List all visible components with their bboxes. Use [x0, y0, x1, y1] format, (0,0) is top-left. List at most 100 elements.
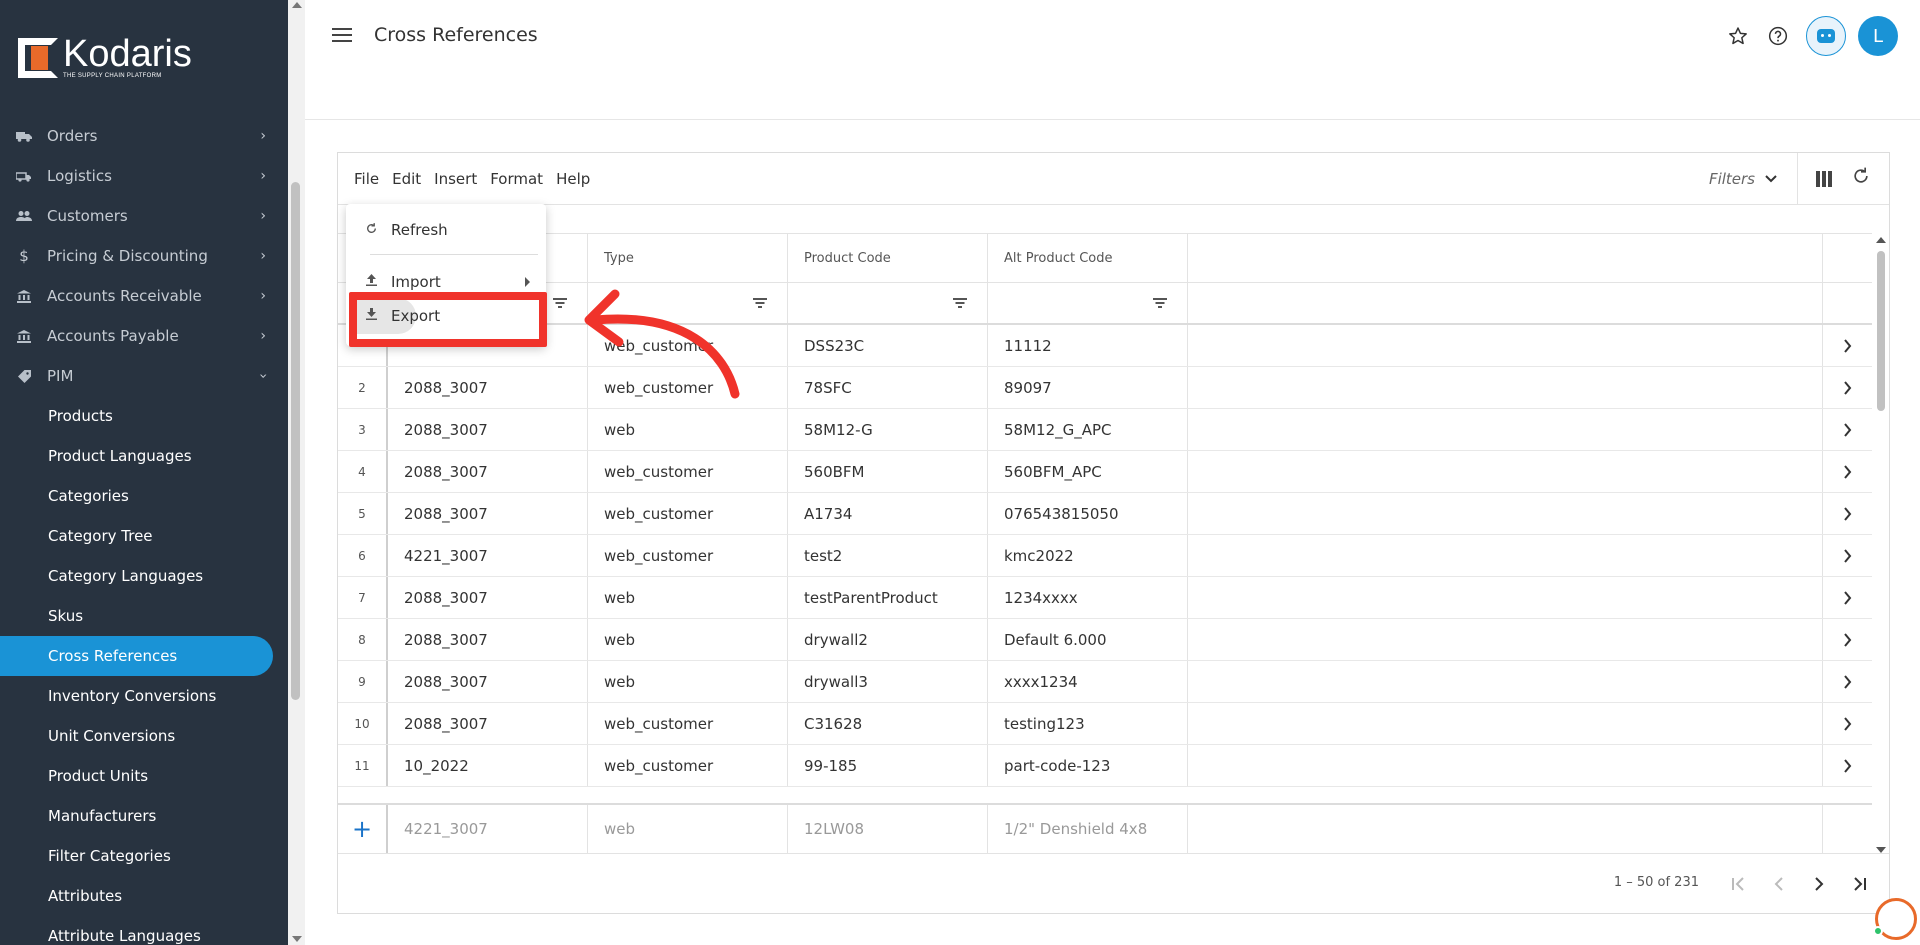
- row-detail-chevron-icon[interactable]: [1823, 409, 1872, 450]
- scroll-down-icon[interactable]: [292, 936, 302, 942]
- sidebar-item-pim[interactable]: PIM ›: [0, 356, 288, 396]
- cell-alt-product-code[interactable]: xxxx1234: [988, 661, 1188, 702]
- cell-alt-product-code[interactable]: 1234xxxx: [988, 577, 1188, 618]
- add-row-icon[interactable]: +: [338, 805, 388, 853]
- table-row[interactable]: 11 10_2022 web_customer 99-185 part-code-123: [338, 745, 1872, 787]
- cell-id[interactable]: 2088_3007: [388, 409, 588, 450]
- sidebar-item-category-languages[interactable]: Category Languages: [0, 556, 288, 596]
- filter-icon[interactable]: [753, 298, 767, 308]
- help-icon[interactable]: [1764, 22, 1792, 50]
- kodaris-logo[interactable]: Kodaris THE SUPPLY CHAIN PLATFORM: [18, 35, 192, 79]
- new-row[interactable]: + 4221_3007 web 12LW08 1/2" Denshield 4x…: [338, 803, 1872, 853]
- sidebar-item-filter-categories[interactable]: Filter Categories: [0, 836, 288, 876]
- cell-id[interactable]: 10_2022: [388, 745, 588, 786]
- row-number[interactable]: 2: [338, 367, 388, 408]
- cell-type[interactable]: web_customer: [588, 535, 788, 576]
- filter-icon[interactable]: [1153, 298, 1167, 308]
- row-number[interactable]: 11: [338, 745, 388, 786]
- table-row[interactable]: 6 4221_3007 web_customer test2 kmc2022: [338, 535, 1872, 577]
- sidebar-item-accounts-payable[interactable]: Accounts Payable ›: [0, 316, 288, 356]
- avatar[interactable]: L: [1858, 16, 1898, 56]
- cell-alt-product-code[interactable]: 11112: [988, 325, 1188, 366]
- sidebar-item-product-languages[interactable]: Product Languages: [0, 436, 288, 476]
- sidebar-item-products[interactable]: Products: [0, 396, 288, 436]
- cell-product-code[interactable]: 78SFC: [788, 367, 988, 408]
- cell-id[interactable]: 4221_3007: [388, 535, 588, 576]
- scroll-up-icon[interactable]: [1876, 237, 1886, 243]
- sidebar-item-cross-references[interactable]: Cross References: [0, 636, 273, 676]
- star-icon[interactable]: [1724, 22, 1752, 50]
- row-number[interactable]: 4: [338, 451, 388, 492]
- cell-id[interactable]: 2088_3007: [388, 493, 588, 534]
- row-detail-chevron-icon[interactable]: [1823, 745, 1872, 786]
- table-row[interactable]: 4 2088_3007 web_customer 560BFM 560BFM_APC: [338, 451, 1872, 493]
- row-detail-chevron-icon[interactable]: [1823, 661, 1872, 702]
- cell-type[interactable]: web_customer: [588, 703, 788, 744]
- table-row[interactable]: 5 2088_3007 web_customer A1734 076543815050: [338, 493, 1872, 535]
- grid-scrollbar[interactable]: [1874, 237, 1888, 853]
- row-detail-chevron-icon[interactable]: [1823, 367, 1872, 408]
- menu-icon[interactable]: [332, 28, 352, 44]
- cell-product-code[interactable]: A1734: [788, 493, 988, 534]
- sidebar-item-attribute-languages[interactable]: Attribute Languages: [0, 916, 288, 945]
- sidebar-item-manufacturers[interactable]: Manufacturers: [0, 796, 288, 836]
- row-number[interactable]: 3: [338, 409, 388, 450]
- sidebar-item-pricing[interactable]: $ Pricing & Discounting ›: [0, 236, 288, 276]
- cell-product-code[interactable]: 560BFM: [788, 451, 988, 492]
- row-number[interactable]: 5: [338, 493, 388, 534]
- cell-id[interactable]: 2088_3007: [388, 451, 588, 492]
- row-number[interactable]: 6: [338, 535, 388, 576]
- cell-type[interactable]: web_customer: [588, 745, 788, 786]
- sidebar-item-accounts-receivable[interactable]: Accounts Receivable ›: [0, 276, 288, 316]
- sidebar-item-logistics[interactable]: Logistics ›: [0, 156, 288, 196]
- menu-format[interactable]: Format: [490, 170, 543, 188]
- row-detail-chevron-icon[interactable]: [1823, 535, 1872, 576]
- cell-type[interactable]: web: [588, 409, 788, 450]
- scrollbar-thumb[interactable]: [1877, 251, 1885, 411]
- sidebar-item-category-tree[interactable]: Category Tree: [0, 516, 288, 556]
- previous-page-icon[interactable]: [1759, 868, 1799, 900]
- menu-file[interactable]: File: [354, 170, 379, 188]
- scroll-up-icon[interactable]: [292, 2, 302, 8]
- filter-icon[interactable]: [553, 298, 567, 308]
- cell-alt-product-code[interactable]: 560BFM_APC: [988, 451, 1188, 492]
- sidebar-item-unit-conversions[interactable]: Unit Conversions: [0, 716, 288, 756]
- cell-alt-product-code[interactable]: kmc2022: [988, 535, 1188, 576]
- sidebar-item-orders[interactable]: Orders ›: [0, 116, 288, 156]
- cell-product-code[interactable]: drywall3: [788, 661, 988, 702]
- column-header-alt-product-code[interactable]: Alt Product Code: [988, 234, 1188, 282]
- row-number[interactable]: 7: [338, 577, 388, 618]
- first-page-icon[interactable]: [1719, 868, 1759, 900]
- table-row[interactable]: 2 2088_3007 web_customer 78SFC 89097: [338, 367, 1872, 409]
- row-number[interactable]: 9: [338, 661, 388, 702]
- sidebar-scrollbar[interactable]: [288, 0, 305, 945]
- row-detail-chevron-icon[interactable]: [1823, 325, 1872, 366]
- cell-id[interactable]: 2088_3007: [388, 703, 588, 744]
- cell-alt-product-code[interactable]: testing123: [988, 703, 1188, 744]
- sidebar-item-categories[interactable]: Categories: [0, 476, 288, 516]
- table-row[interactable]: 10 2088_3007 web_customer C31628 testing123: [338, 703, 1872, 745]
- cell-type[interactable]: web: [588, 661, 788, 702]
- filters-dropdown[interactable]: Filters: [1709, 166, 1777, 192]
- assistant-bot-icon[interactable]: [1806, 16, 1846, 56]
- cell-type[interactable]: web: [588, 577, 788, 618]
- row-detail-chevron-icon[interactable]: [1823, 703, 1872, 744]
- sidebar-item-skus[interactable]: Skus: [0, 596, 288, 636]
- new-row-product-code[interactable]: 12LW08: [788, 805, 988, 853]
- cell-alt-product-code[interactable]: part-code-123: [988, 745, 1188, 786]
- table-row[interactable]: 3 2088_3007 web 58M12-G 58M12_G_APC: [338, 409, 1872, 451]
- cell-type[interactable]: web_customer: [588, 493, 788, 534]
- row-detail-chevron-icon[interactable]: [1823, 619, 1872, 660]
- next-page-icon[interactable]: [1799, 868, 1839, 900]
- cell-alt-product-code[interactable]: 89097: [988, 367, 1188, 408]
- cell-id[interactable]: 2088_3007: [388, 619, 588, 660]
- cell-alt-product-code[interactable]: 076543815050: [988, 493, 1188, 534]
- menu-help[interactable]: Help: [556, 170, 590, 188]
- cell-alt-product-code[interactable]: 58M12_G_APC: [988, 409, 1188, 450]
- sidebar-item-product-units[interactable]: Product Units: [0, 756, 288, 796]
- cell-product-code[interactable]: drywall2: [788, 619, 988, 660]
- new-row-type[interactable]: web: [588, 805, 788, 853]
- menu-item-refresh[interactable]: Refresh: [346, 212, 546, 248]
- cell-product-code[interactable]: test2: [788, 535, 988, 576]
- scrollbar-thumb[interactable]: [291, 182, 300, 700]
